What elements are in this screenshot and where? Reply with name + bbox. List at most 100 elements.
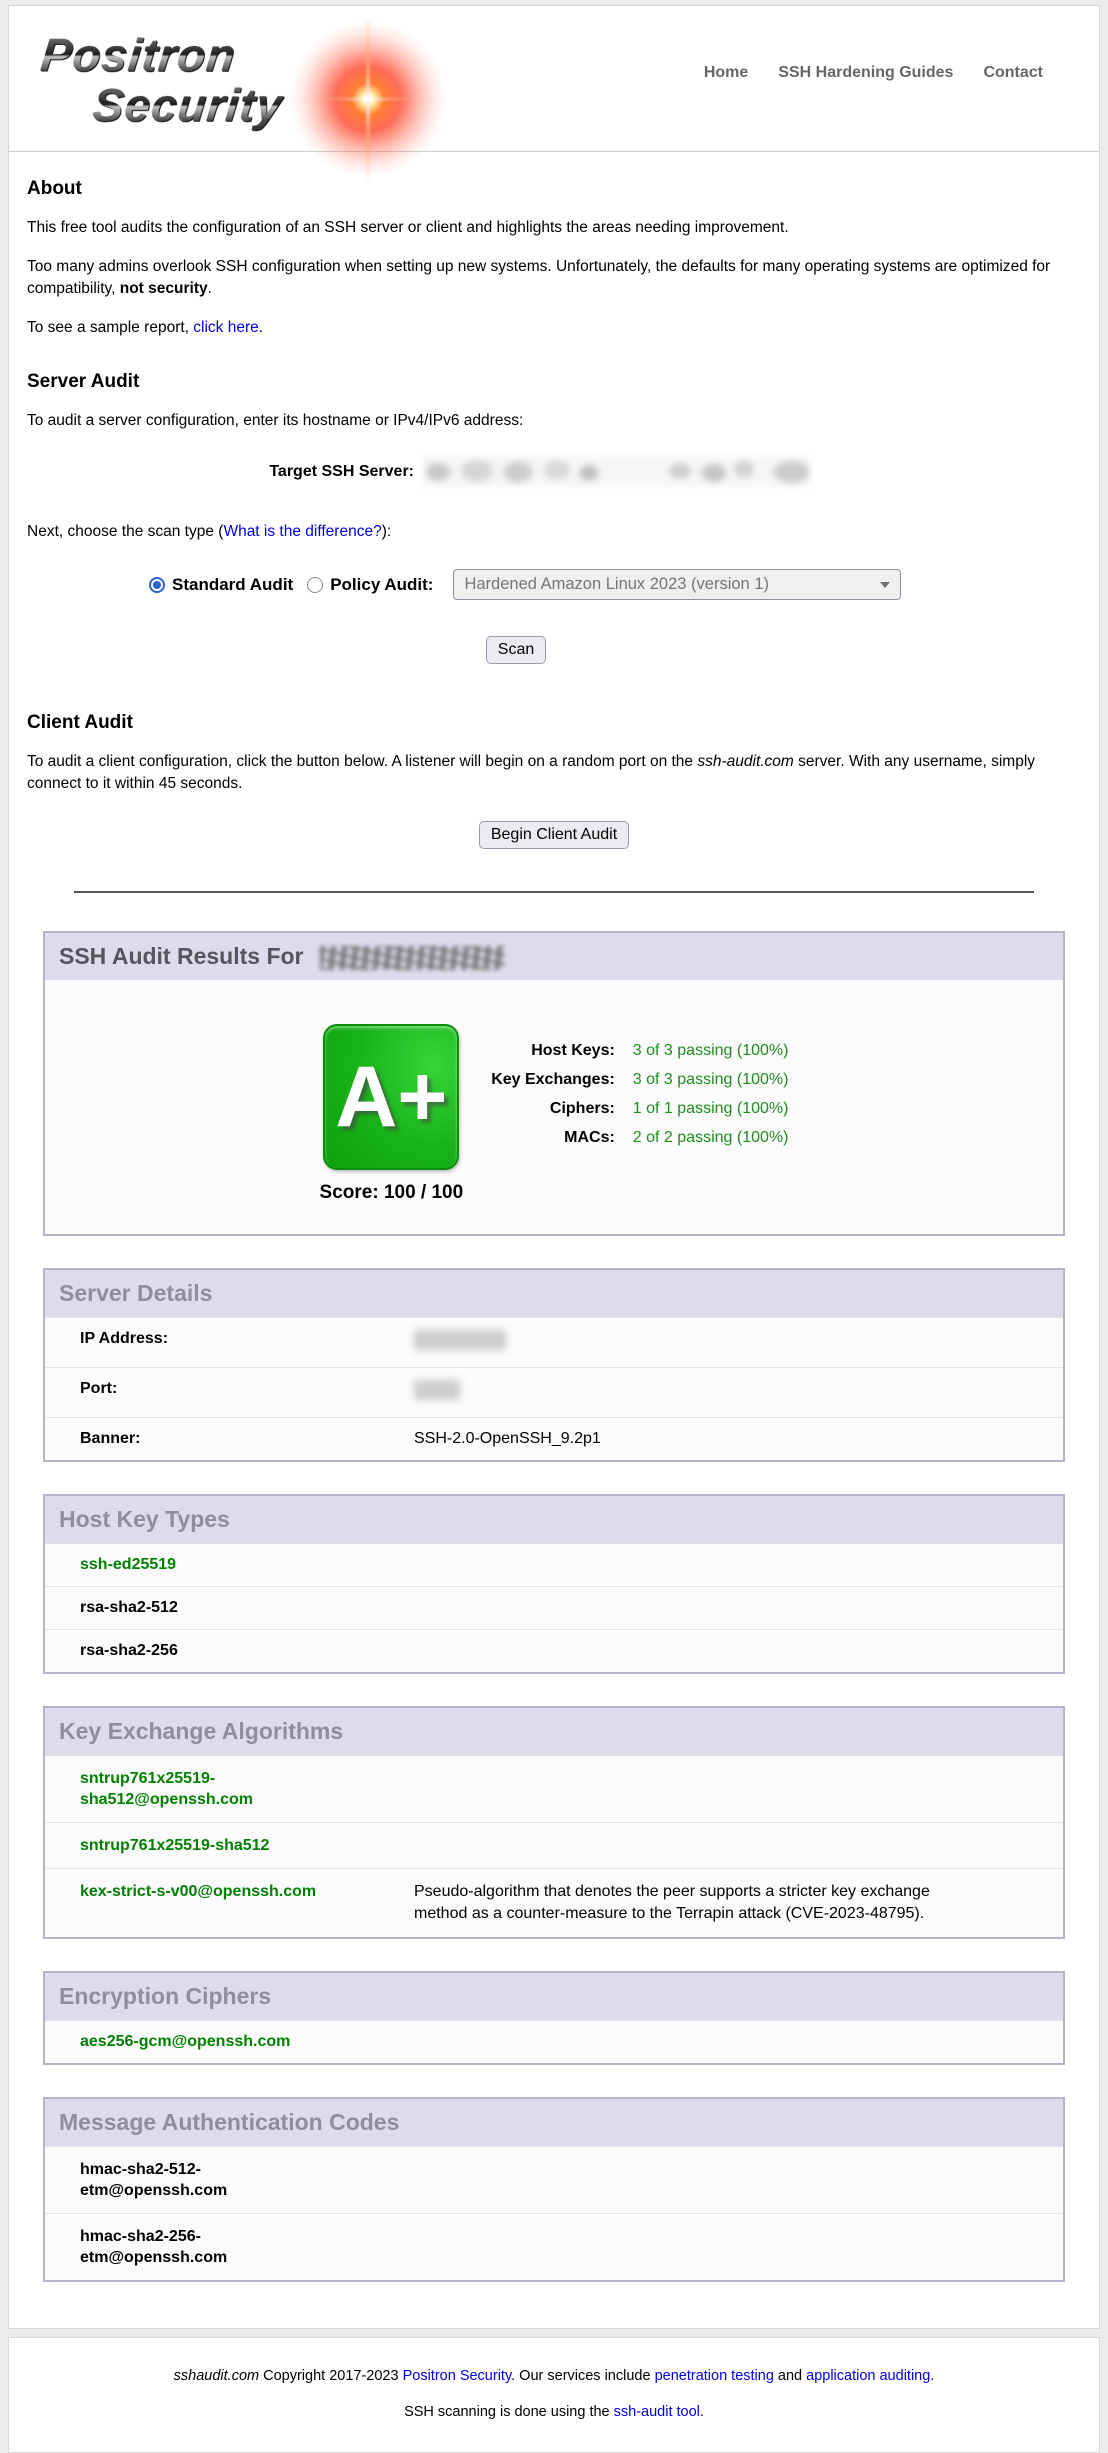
grade-badge: A+ [323,1024,459,1170]
table-row: sntrup761x25519-sha512 [45,1822,1063,1868]
stat-label-host-keys: Host Keys: [491,1042,615,1060]
sample-report-link[interactable]: click here [193,319,258,336]
host-key-ssh-ed25519: ssh-ed25519 [80,1556,176,1573]
macs-panel: Message Authentication Codes hmac-sha2-5… [43,2097,1065,2282]
table-row: sntrup761x25519-sha512@openssh.com [45,1755,1063,1822]
sample-report-line: To see a sample report, click here. [27,317,1077,339]
ip-address-label: IP Address: [80,1330,414,1355]
key-exchange-header: Key Exchange Algorithms [45,1708,1063,1755]
footer-and-text: and [774,2368,806,2384]
kex-note-0 [414,1768,974,1810]
positron-security-logo[interactable]: Positron Security [33,28,593,148]
policy-audit-label[interactable]: Policy Audit: [330,575,433,595]
results-divider [74,891,1034,893]
host-key-rsa-sha2-512: rsa-sha2-512 [80,1599,178,1616]
scan-button-wrapper: Scan [0,636,1043,664]
cipher-aes256-gcm: aes256-gcm@openssh.com [80,2033,290,2050]
key-exchange-panel: Key Exchange Algorithms sntrup761x25519-… [43,1706,1065,1939]
begin-client-audit-button[interactable]: Begin Client Audit [479,821,629,849]
redacted-ip-address [414,1330,506,1350]
server-audit-heading: Server Audit [27,371,1081,393]
redacted-hostname [320,946,505,970]
chevron-down-icon [880,582,890,588]
encryption-ciphers-header: Encryption Ciphers [45,1973,1063,2020]
stat-value-ciphers: 1 of 1 passing (100%) [633,1100,789,1118]
site-footer: sshaudit.com Copyright 2017-2023 Positro… [8,2337,1100,2453]
host-key-rsa-sha2-256: rsa-sha2-256 [80,1642,178,1659]
policy-select-value: Hardened Amazon Linux 2023 (version 1) [464,575,769,594]
target-server-label: Target SSH Server: [27,463,419,481]
mac-hmac-sha2-256-etm: hmac-sha2-256-etm@openssh.com [80,2226,285,2268]
target-server-input[interactable] [422,456,810,487]
about-paragraph-2: Too many admins overlook SSH configurati… [27,256,1077,300]
policy-select[interactable]: Hardened Amazon Linux 2023 (version 1) [453,569,901,600]
score-label: Score: 100 / 100 [320,1182,464,1204]
results-panel-header: SSH Audit Results For [45,933,1063,980]
kex-sntrup761x25519-sha512: sntrup761x25519-sha512 [80,1835,330,1856]
table-row: kex-strict-s-v00@openssh.com Pseudo-algo… [45,1868,1063,1937]
host-key-types-panel: Host Key Types ssh-ed25519 rsa-sha2-512 … [43,1494,1065,1674]
about-p2-period: . [208,280,212,297]
footer-penetration-testing-link[interactable]: penetration testing [655,2368,774,2384]
about-heading: About [27,178,1081,200]
client-audit-domain: ssh-audit.com [697,753,793,770]
results-stats: Host Keys: 3 of 3 passing (100%) Key Exc… [491,1042,788,1147]
grade-column: A+ Score: 100 / 100 [320,1024,464,1204]
site-header: Positron Security Home SSH Hardening Gui… [9,6,1099,152]
footer-line-1: sshaudit.com Copyright 2017-2023 Positro… [19,2368,1089,2384]
scan-type-difference-link[interactable]: What is the difference? [223,523,381,540]
banner-value: SSH-2.0-OpenSSH_9.2p1 [414,1430,1043,1448]
footer-copyright: Copyright 2017-2023 [259,2368,403,2384]
scan-type-text: Next, choose the scan type ( [27,523,223,540]
stat-value-macs: 2 of 2 passing (100%) [633,1129,789,1147]
scan-button[interactable]: Scan [486,636,546,664]
client-audit-text: To audit a client configuration, click t… [27,753,697,770]
logo-text-line2: Security [90,78,285,132]
nav-link-contact[interactable]: Contact [983,64,1043,82]
encryption-ciphers-panel: Encryption Ciphers aes256-gcm@openssh.co… [43,1971,1065,2065]
kex-strict-s-v00-openssh: kex-strict-s-v00@openssh.com [80,1881,330,1925]
stat-value-host-keys: 3 of 3 passing (100%) [633,1042,789,1060]
mac-hmac-sha2-512-etm: hmac-sha2-512-etm@openssh.com [80,2159,285,2201]
table-row: Port: [45,1367,1063,1417]
begin-client-audit-wrapper: Begin Client Audit [27,821,1081,849]
footer-scanning-text: SSH scanning is done using the [404,2404,614,2420]
top-navigation: Home SSH Hardening Guides Contact [704,64,1043,82]
list-item: rsa-sha2-256 [45,1629,1063,1672]
kex-note-1 [414,1835,974,1856]
host-key-types-header: Host Key Types [45,1496,1063,1543]
list-item: hmac-sha2-512-etm@openssh.com [45,2146,1063,2213]
footer-line2-period: . [700,2404,704,2420]
server-audit-intro: To audit a server configuration, enter i… [27,410,1077,432]
standard-audit-radio[interactable] [149,577,165,593]
sample-report-text: To see a sample report, [27,319,193,336]
about-paragraph-1: This free tool audits the configuration … [27,217,1077,239]
standard-audit-label[interactable]: Standard Audit [172,575,293,595]
nav-link-home[interactable]: Home [704,64,748,82]
redacted-port [414,1380,460,1400]
sample-report-period: . [259,319,263,336]
stat-value-key-exchanges: 3 of 3 passing (100%) [633,1071,789,1089]
footer-ssh-audit-tool-link[interactable]: ssh-audit tool [614,2404,700,2420]
client-audit-paragraph: To audit a client configuration, click t… [27,751,1077,795]
ssh-audit-results-panel: SSH Audit Results For A+ Score: 100 / 10… [43,931,1065,1236]
footer-period: . [930,2368,934,2384]
footer-application-auditing-link[interactable]: application auditing [806,2368,930,2384]
starburst-flare-graphic [283,14,453,184]
client-audit-heading: Client Audit [27,712,1081,734]
table-row: IP Address: [45,1317,1063,1367]
results-panel-body: A+ Score: 100 / 100 Host Keys: 3 of 3 pa… [45,980,1063,1234]
footer-site-name: sshaudit.com [174,2368,259,2384]
list-item: ssh-ed25519 [45,1543,1063,1586]
server-details-header: Server Details [45,1270,1063,1317]
scan-type-line: Next, choose the scan type (What is the … [27,521,1077,543]
policy-audit-radio[interactable] [307,577,323,593]
scan-type-suffix: ): [382,523,391,540]
kex-terrapin-note: Pseudo-algorithm that denotes the peer s… [414,1881,974,1925]
table-row: Banner: SSH-2.0-OpenSSH_9.2p1 [45,1417,1063,1460]
nav-link-ssh-hardening-guides[interactable]: SSH Hardening Guides [778,64,953,82]
logo-text-line1: Positron [38,28,238,82]
footer-positron-security-link[interactable]: Positron Security [403,2368,512,2384]
footer-line-2: SSH scanning is done using the ssh-audit… [19,2404,1089,2420]
about-p2-bold: not security [120,280,208,297]
